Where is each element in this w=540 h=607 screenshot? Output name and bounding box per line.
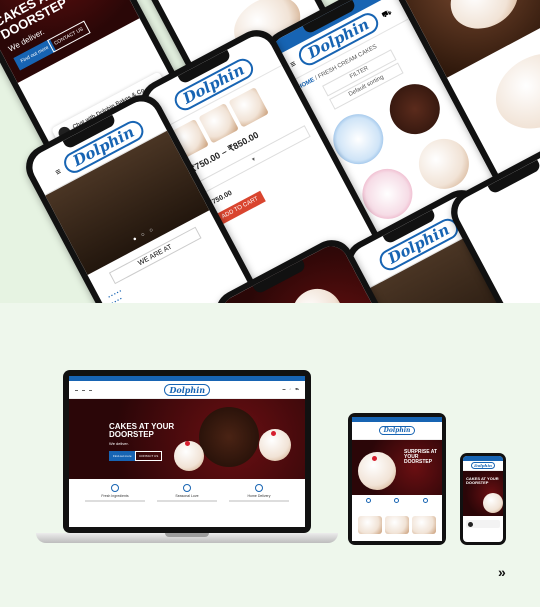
site-header: ▬ ▬ ▬ Dolphin ▬ ⌕ ⛟: [69, 381, 305, 399]
feature-item: [356, 498, 380, 505]
nav-left: ▬ ▬ ▬: [75, 388, 92, 392]
cake-image: [283, 280, 352, 303]
product-thumb[interactable]: [385, 516, 409, 534]
tablet-website: Dolphin SURPRISE AT YOUR DOORSTEP: [352, 417, 442, 541]
hero-banner: SURPRISE AT YOUR DOORSTEP: [352, 440, 442, 495]
product-row: [352, 516, 442, 534]
cake-image: [482, 39, 540, 144]
mobile-screens-collage: CAKES AT YOUR DOORSTEP We deliver. Find …: [0, 0, 540, 303]
cart-icon[interactable]: ⛟: [380, 7, 394, 21]
cherry-decoration: [185, 441, 190, 446]
product-thumb[interactable]: [412, 516, 436, 534]
chocolate-cake-image: [199, 407, 259, 467]
nav-link[interactable]: ▬: [82, 388, 85, 392]
leaf-icon: [365, 498, 371, 503]
contact-us-button[interactable]: CONTACT US: [135, 451, 163, 461]
truck-icon: [255, 484, 263, 492]
dolphin-logo[interactable]: Dolphin: [471, 462, 495, 469]
site-header: Dolphin: [352, 422, 442, 440]
nav-right: ▬ ⌕ ⛟: [283, 387, 299, 392]
hero-title: SURPRISE AT YOUR DOORSTEP: [404, 450, 442, 465]
feature-text: [229, 500, 289, 502]
laptop-screen: ▬ ▬ ▬ Dolphin ▬ ⌕ ⛟ CAKES AT YOUR DOORST…: [63, 370, 311, 533]
menu-icon[interactable]: ≡: [53, 166, 62, 177]
hero-title-line: DOORSTEP: [404, 459, 433, 465]
feature-title: Home Delivery: [247, 494, 271, 498]
features-row: [352, 495, 442, 508]
hero-title-line: DOORSTEP: [109, 430, 154, 439]
feature-text: [85, 500, 145, 502]
tablet-device: Dolphin SURPRISE AT YOUR DOORSTEP: [348, 413, 446, 545]
feature-item: [414, 498, 438, 505]
cherry-decoration: [372, 456, 377, 461]
find-out-more-button[interactable]: Find out more: [109, 451, 136, 461]
hero-banner: CAKES AT YOUR DOORSTEP We deliver. Find …: [69, 399, 305, 479]
heart-icon: [394, 498, 400, 503]
hero-banner: CAKES AT YOUR DOORSTEP: [463, 471, 503, 516]
cream-cake-image: [483, 493, 503, 513]
truck-icon: [423, 498, 429, 503]
contact-us-button[interactable]: CONTACT US: [47, 20, 91, 53]
feature-item: Fresh Ingredients: [85, 484, 145, 502]
mobile-website: Dolphin CAKES AT YOUR DOORSTEP: [463, 456, 503, 542]
cream-cake-image: [358, 452, 396, 490]
hero-title: CAKES AT YOUR DOORSTEP: [466, 477, 499, 485]
features-row: Fresh Ingredients Seasonal Love Home Del…: [69, 479, 305, 507]
cart-icon[interactable]: ⛟: [295, 387, 299, 392]
product-thumb[interactable]: [358, 516, 382, 534]
dolphin-logo[interactable]: Dolphin: [378, 426, 416, 435]
cream-cake-image: [410, 130, 478, 198]
cake-image: [440, 0, 529, 41]
feature-item: Home Delivery: [229, 484, 289, 502]
leaf-icon: [111, 484, 119, 492]
search-icon[interactable]: ⌕: [290, 387, 292, 392]
desktop-website: ▬ ▬ ▬ Dolphin ▬ ⌕ ⛟ CAKES AT YOUR DOORST…: [69, 376, 305, 527]
hero-subtitle: We deliver.: [109, 441, 129, 446]
laptop-notch: [165, 533, 209, 537]
nav-link[interactable]: ▬: [283, 387, 286, 392]
cherry-decoration: [271, 431, 276, 436]
nav-link[interactable]: ▬: [75, 388, 78, 392]
site-header: Dolphin: [463, 461, 503, 471]
feature-title: Fresh Ingredients: [101, 494, 129, 498]
next-arrow-icon[interactable]: »: [498, 564, 506, 580]
feature-item: [385, 498, 409, 505]
feature-text: [157, 500, 217, 502]
nav-link[interactable]: ▬: [89, 388, 92, 392]
heart-icon: [183, 484, 191, 492]
hero-banner: CAKES AT YOUR DOORSTEP We deliver. Find …: [0, 0, 140, 84]
hero-title: CAKES AT YOUR DOORSTEP: [109, 423, 174, 439]
responsive-showcase: ▬ ▬ ▬ Dolphin ▬ ⌕ ⛟ CAKES AT YOUR DOORST…: [0, 303, 540, 607]
messenger-chat-box[interactable]: [466, 520, 500, 528]
phone-device: Dolphin CAKES AT YOUR DOORSTEP: [460, 453, 506, 545]
feature-item: Seasonal Love: [157, 484, 217, 502]
dolphin-logo[interactable]: Dolphin: [164, 383, 211, 396]
avatar: [468, 521, 473, 527]
feature-title: Seasonal Love: [175, 494, 199, 498]
hero-title-line: DOORSTEP: [466, 480, 489, 485]
